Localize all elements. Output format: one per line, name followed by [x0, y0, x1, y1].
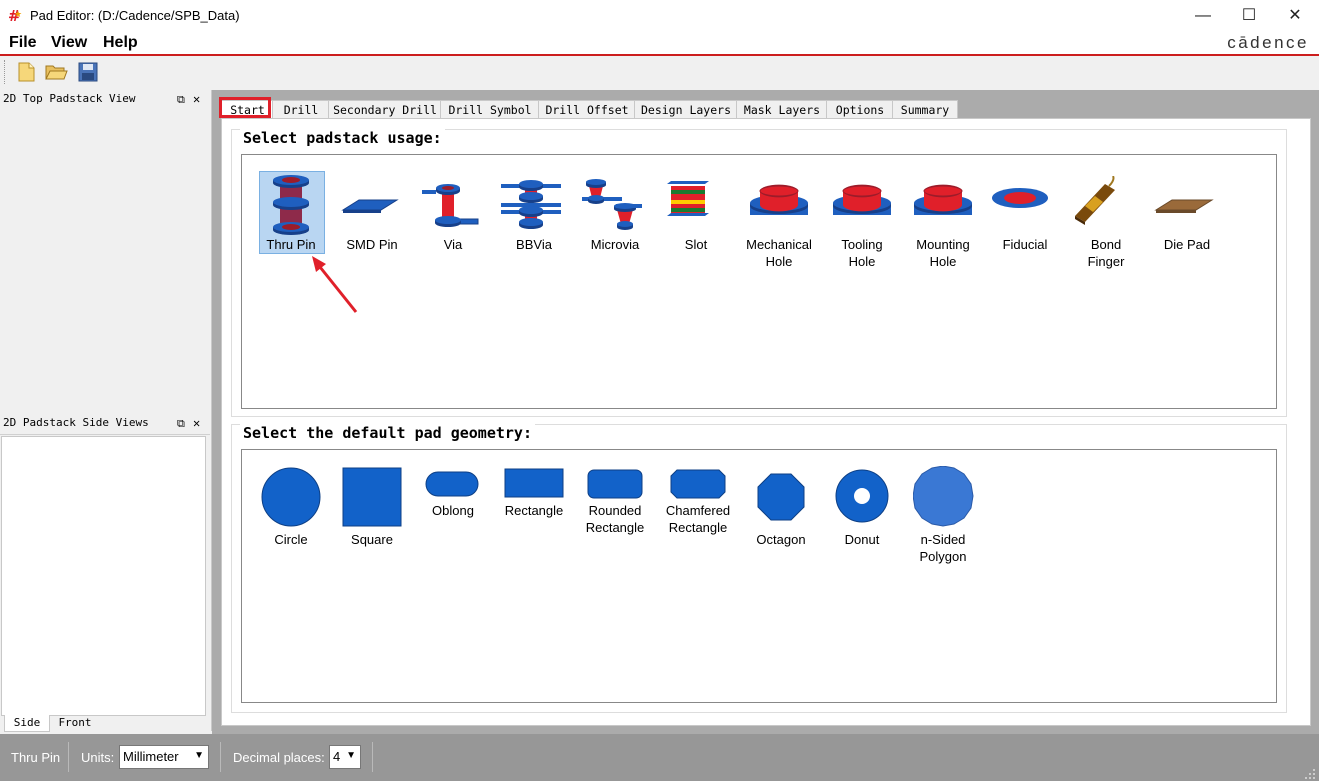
status-bar: Thru Pin Units: Millimeter ▼ Decimal pla…: [0, 734, 1319, 781]
status-separator: [372, 742, 373, 772]
save-icon[interactable]: [76, 61, 100, 83]
bond-finger-icon[interactable]: [1071, 176, 1141, 240]
close-panel-icon[interactable]: ✕: [193, 92, 200, 106]
geometry-label[interactable]: Chamfered Rectangle: [653, 502, 743, 536]
status-usage: Thru Pin: [11, 750, 61, 765]
usage-label[interactable]: BBVia: [489, 236, 579, 253]
chamfered-rectangle-icon[interactable]: [670, 469, 727, 500]
bbvia-icon[interactable]: [499, 176, 569, 240]
cadence-logo: cādence: [1227, 33, 1309, 52]
usage-label[interactable]: Fiducial: [980, 236, 1070, 253]
geometry-group-title: Select the default pad geometry:: [240, 424, 535, 442]
tab-drill-offset[interactable]: Drill Offset: [538, 100, 636, 119]
side-views-canvas: [1, 436, 206, 716]
pad-editor-app-icon: # ★: [8, 7, 22, 24]
usage-group-title: Select padstack usage:: [240, 129, 445, 147]
via-icon[interactable]: [418, 176, 488, 240]
toolbar: [0, 56, 1319, 88]
float-icon[interactable]: ⧉: [177, 417, 185, 431]
rectangle-icon[interactable]: [504, 468, 565, 501]
menu-view[interactable]: View: [51, 34, 87, 52]
usage-label[interactable]: Die Pad: [1142, 236, 1232, 253]
geometry-label[interactable]: Square: [327, 531, 417, 548]
geometry-label[interactable]: Octagon: [736, 531, 826, 548]
close-panel-icon[interactable]: ✕: [193, 416, 200, 430]
top-view-title-text: 2D Top Padstack View: [3, 92, 136, 105]
maximize-button[interactable]: ☐: [1226, 0, 1272, 31]
microvia-icon[interactable]: [580, 176, 650, 240]
tab-options[interactable]: Options: [826, 100, 894, 119]
smd-pin-icon[interactable]: [337, 176, 407, 240]
top-padstack-view-canvas: [0, 110, 210, 410]
tab-front[interactable]: Front: [50, 715, 100, 731]
units-select[interactable]: Millimeter ▼: [119, 745, 209, 769]
donut-icon[interactable]: [835, 469, 890, 524]
side-views-title-text: 2D Padstack Side Views: [3, 416, 149, 429]
geometry-label[interactable]: Donut: [817, 531, 907, 548]
square-icon[interactable]: [342, 467, 403, 528]
geometry-label[interactable]: Rounded Rectangle: [570, 502, 660, 536]
decimal-places-select[interactable]: 4 ▼: [329, 745, 361, 769]
usage-label[interactable]: Bond Finger: [1061, 236, 1151, 270]
tooling-hole-icon[interactable]: [827, 183, 897, 223]
geometry-label[interactable]: Rectangle: [489, 502, 579, 519]
minimize-button[interactable]: —: [1180, 0, 1226, 31]
tab-mask-layers[interactable]: Mask Layers: [736, 100, 828, 119]
float-icon[interactable]: ⧉: [177, 93, 185, 107]
decimal-places-label: Decimal places:: [233, 750, 325, 765]
close-button[interactable]: ✕: [1272, 0, 1318, 31]
geometry-label[interactable]: n-Sided Polygon: [898, 531, 988, 565]
units-label: Units:: [81, 750, 115, 765]
fiducial-icon[interactable]: [990, 176, 1060, 240]
mechanical-hole-icon[interactable]: [744, 183, 814, 223]
units-value: Millimeter: [123, 749, 179, 764]
die-pad-icon[interactable]: [1152, 176, 1222, 240]
usage-label[interactable]: Mounting Hole: [898, 236, 988, 270]
active-tab-highlight: [219, 97, 271, 118]
n-sided-polygon-icon[interactable]: [913, 466, 974, 527]
usage-label[interactable]: Via: [408, 236, 498, 253]
decimal-places-value: 4: [333, 749, 341, 764]
geometry-label[interactable]: Circle: [246, 531, 336, 548]
status-separator: [68, 742, 69, 772]
open-folder-icon[interactable]: [44, 61, 68, 83]
toolbar-grip[interactable]: [4, 60, 7, 84]
mounting-hole-icon[interactable]: [908, 183, 978, 223]
tab-drill-symbol[interactable]: Drill Symbol: [440, 100, 540, 119]
tab-design-layers[interactable]: Design Layers: [634, 100, 738, 119]
menu-help[interactable]: Help: [103, 34, 138, 52]
new-file-icon[interactable]: [14, 61, 38, 83]
window-title: Pad Editor: (D:/Cadence/SPB_Data): [30, 8, 240, 23]
tab-secondary-drill[interactable]: Secondary Drill: [328, 100, 442, 119]
svg-text:★: ★: [14, 9, 22, 19]
octagon-icon[interactable]: [757, 473, 806, 522]
resize-grip-icon[interactable]: [1303, 767, 1317, 779]
rounded-rectangle-icon[interactable]: [587, 469, 644, 500]
chevron-down-icon: ▼: [346, 750, 356, 761]
menu-bar: File View Help cādence: [0, 31, 1319, 56]
annotation-arrow-icon: [312, 256, 358, 313]
top-padstack-view-title: 2D Top Padstack View ⧉ ✕: [0, 92, 210, 111]
chevron-down-icon: ▼: [194, 750, 204, 761]
tab-summary[interactable]: Summary: [892, 100, 958, 119]
tab-side[interactable]: Side: [4, 715, 50, 732]
menu-file[interactable]: File: [9, 34, 37, 52]
geometry-label[interactable]: Oblong: [408, 502, 498, 519]
title-bar: # ★ Pad Editor: (D:/Cadence/SPB_Data) — …: [0, 0, 1319, 31]
slot-icon[interactable]: [661, 176, 731, 240]
side-views-title: 2D Padstack Side Views ⧉ ✕: [0, 416, 210, 435]
tab-drill[interactable]: Drill: [272, 100, 330, 119]
status-separator: [220, 742, 221, 772]
thru-pin-icon[interactable]: [262, 172, 320, 236]
usage-label[interactable]: Microvia: [570, 236, 660, 253]
circle-icon[interactable]: [261, 467, 322, 528]
usage-label[interactable]: Mechanical Hole: [734, 236, 824, 270]
usage-label[interactable]: Tooling Hole: [817, 236, 907, 270]
oblong-icon[interactable]: [425, 471, 482, 500]
usage-label[interactable]: Slot: [651, 236, 741, 253]
